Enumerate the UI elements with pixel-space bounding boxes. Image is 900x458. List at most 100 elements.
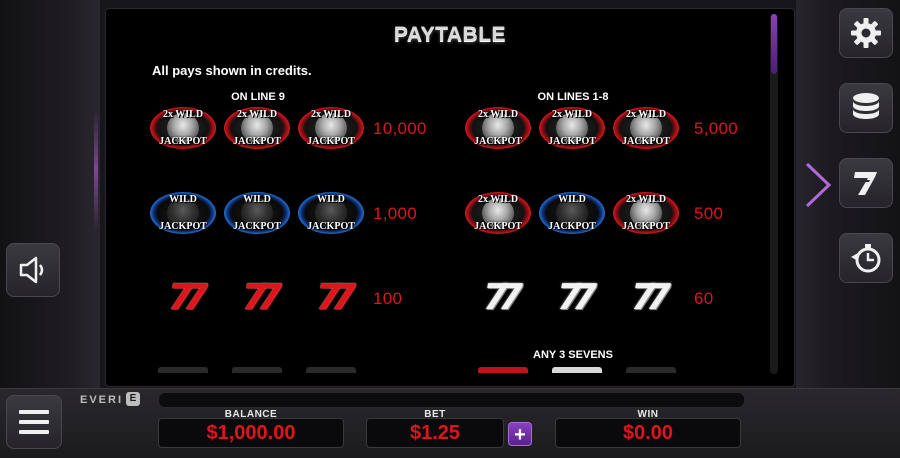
white-sevens-symbol: 77: [613, 277, 679, 319]
wild-2x-jackpot-symbol: 2x WILD JACKPOT: [465, 192, 531, 234]
paytable-subtitle: All pays shown in credits.: [152, 63, 312, 78]
wolf-badge-icon: 2x WILD JACKPOT: [613, 107, 679, 149]
badge-top-text: WILD: [169, 194, 197, 205]
wild-jackpot-symbol: WILD JACKPOT: [298, 192, 364, 234]
scrollbar-thumb[interactable]: [771, 14, 777, 74]
bet-button[interactable]: [839, 83, 893, 133]
wild-2x-jackpot-symbol: 2x WILD JACKPOT: [613, 107, 679, 149]
brand-logo-text: EVERI: [80, 394, 124, 406]
badge-top-text: WILD: [243, 194, 271, 205]
red-sevens-symbol: 77: [298, 277, 364, 319]
pay-amount: 100: [373, 289, 403, 308]
wolf-badge-icon: 2x WILD JACKPOT: [224, 107, 290, 149]
paytable-button[interactable]: [839, 158, 893, 208]
double-seven-icon: 77: [315, 277, 356, 318]
speaker-icon: [19, 256, 44, 284]
badge-top-text: WILD: [558, 194, 586, 205]
wild-jackpot-symbol: WILD JACKPOT: [539, 192, 605, 234]
brand-logo-mark: E: [126, 392, 140, 406]
badge-top-text: 2x WILD: [625, 194, 667, 205]
wolf-badge-icon: WILD JACKPOT: [539, 192, 605, 234]
column-heading-line-9: ON LINE 9: [231, 91, 285, 103]
wolf-badge-icon: WILD JACKPOT: [150, 192, 216, 234]
badge-bottom-text: JACKPOT: [622, 221, 670, 232]
badge-top-text: 2x WILD: [477, 109, 519, 120]
wild-2x-jackpot-symbol: 2x WILD JACKPOT: [613, 192, 679, 234]
wild-jackpot-symbol: WILD JACKPOT: [224, 192, 290, 234]
double-seven-icon: 77: [241, 277, 282, 318]
cut-symbol: [552, 367, 602, 373]
pay-amount: 10,000: [373, 119, 427, 138]
badge-bottom-text: JACKPOT: [474, 221, 522, 232]
white-sevens-symbol: 77: [465, 277, 531, 319]
wild-2x-jackpot-symbol: 2x WILD JACKPOT: [465, 107, 531, 149]
badge-top-text: 2x WILD: [162, 109, 204, 120]
cut-symbol: [478, 367, 528, 373]
bet-meter: $1.25: [366, 418, 504, 448]
wolf-badge-icon: 2x WILD JACKPOT: [298, 107, 364, 149]
double-seven-icon: 77: [167, 277, 208, 318]
wild-2x-jackpot-symbol: 2x WILD JACKPOT: [539, 107, 605, 149]
badge-bottom-text: JACKPOT: [307, 221, 355, 232]
cut-symbol: [306, 367, 356, 373]
wild-2x-jackpot-symbol: 2x WILD JACKPOT: [298, 107, 364, 149]
paytable-title: PAYTABLE: [393, 23, 507, 46]
badge-bottom-text: JACKPOT: [548, 221, 596, 232]
badge-bottom-text: JACKPOT: [233, 136, 281, 147]
paytable-panel: PAYTABLE All pays shown in credits. ON L…: [105, 8, 795, 387]
wild-2x-jackpot-symbol: 2x WILD JACKPOT: [224, 107, 290, 149]
red-sevens-symbol: 77: [224, 277, 290, 319]
wolf-badge-icon: 2x WILD JACKPOT: [465, 107, 531, 149]
gear-icon: [851, 18, 881, 48]
win-meter: $0.00: [555, 418, 741, 448]
seven-icon: [854, 172, 877, 195]
badge-bottom-text: JACKPOT: [159, 136, 207, 147]
badge-bottom-text: JACKPOT: [307, 136, 355, 147]
badge-top-text: WILD: [317, 194, 345, 205]
sound-button[interactable]: [6, 243, 60, 297]
badge-bottom-text: JACKPOT: [474, 136, 522, 147]
badge-top-text: 2x WILD: [477, 194, 519, 205]
wolf-badge-icon: 2x WILD JACKPOT: [150, 107, 216, 149]
wild-jackpot-symbol: WILD JACKPOT: [150, 192, 216, 234]
hamburger-icon: [19, 410, 49, 434]
any-3-sevens-heading: ANY 3 SEVENS: [533, 349, 613, 361]
wolf-badge-icon: 2x WILD JACKPOT: [539, 107, 605, 149]
pay-amount: 1,000: [373, 204, 418, 223]
settings-button[interactable]: [839, 8, 893, 58]
wild-2x-jackpot-symbol: 2x WILD JACKPOT: [150, 107, 216, 149]
pay-amount: 60: [694, 289, 714, 308]
badge-bottom-text: JACKPOT: [159, 221, 207, 232]
message-bar: [158, 392, 745, 408]
double-seven-icon: 77: [482, 277, 523, 318]
pay-amount: 500: [694, 204, 724, 223]
badge-bottom-text: JACKPOT: [548, 136, 596, 147]
balance-meter: $1,000.00: [158, 418, 344, 448]
cut-symbol: [626, 367, 676, 373]
wolf-badge-icon: WILD JACKPOT: [298, 192, 364, 234]
wolf-badge-icon: 2x WILD JACKPOT: [613, 192, 679, 234]
left-glow: [94, 110, 98, 230]
stopwatch-icon: [851, 244, 881, 273]
menu-button[interactable]: [6, 395, 62, 449]
autoplay-button[interactable]: [839, 233, 893, 283]
coin-stack-icon: [853, 93, 879, 119]
cut-symbol: [232, 367, 282, 373]
badge-top-text: 2x WILD: [551, 109, 593, 120]
double-seven-icon: 77: [556, 277, 597, 318]
double-seven-icon: 77: [630, 277, 671, 318]
pay-amount: 5,000: [694, 119, 739, 138]
white-sevens-symbol: 77: [539, 277, 605, 319]
badge-top-text: 2x WILD: [310, 109, 352, 120]
wolf-badge-icon: WILD JACKPOT: [224, 192, 290, 234]
bet-increase-button[interactable]: +: [508, 422, 532, 446]
wolf-badge-icon: 2x WILD JACKPOT: [465, 192, 531, 234]
partially-visible-row: [106, 367, 794, 386]
column-heading-lines-1-8: ON LINES 1-8: [537, 91, 609, 103]
left-rail: [0, 0, 100, 390]
red-sevens-symbol: 77: [150, 277, 216, 319]
badge-top-text: 2x WILD: [625, 109, 667, 120]
badge-top-text: 2x WILD: [236, 109, 278, 120]
badge-bottom-text: JACKPOT: [622, 136, 670, 147]
cut-symbol: [158, 367, 208, 373]
